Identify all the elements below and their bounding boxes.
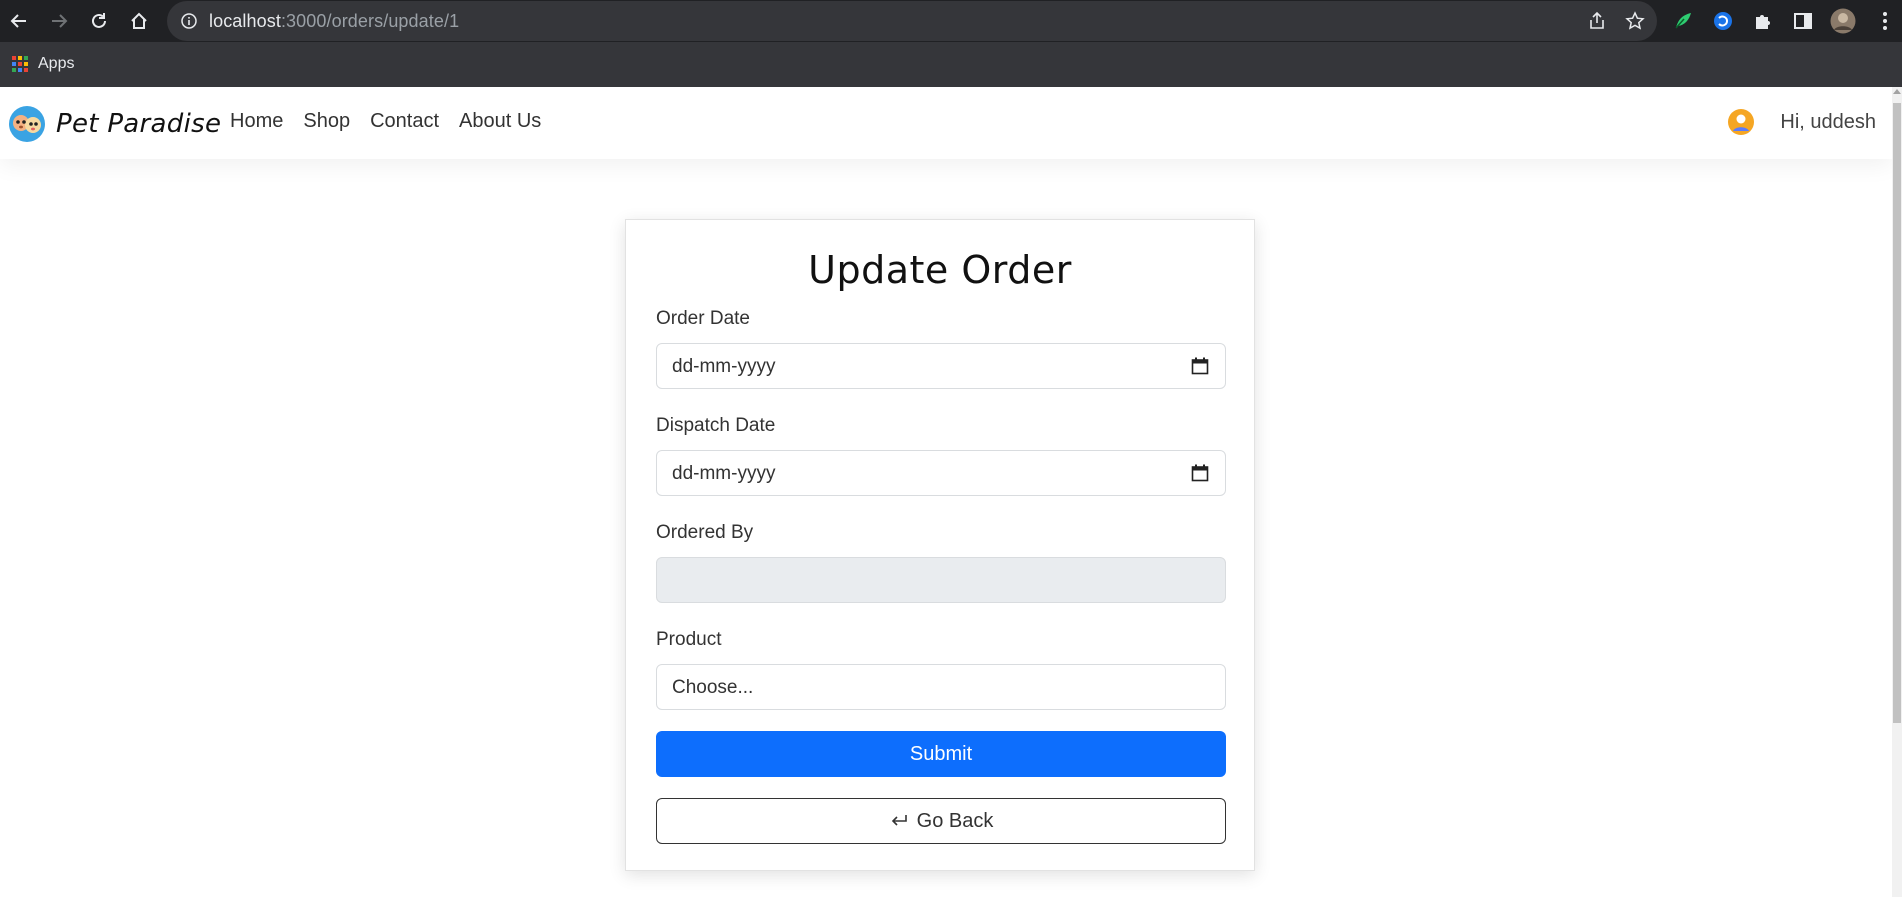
brand-name: Pet Paradise xyxy=(56,109,222,139)
nav-link-about-us[interactable]: About Us xyxy=(459,110,541,133)
extension-globe-icon[interactable] xyxy=(1710,8,1736,34)
apps-label: Apps xyxy=(38,55,75,72)
reload-icon[interactable] xyxy=(84,6,114,36)
submit-button[interactable]: Submit xyxy=(656,731,1226,777)
back-arrow-icon[interactable] xyxy=(4,6,34,36)
apps-grid-icon xyxy=(12,56,28,72)
user-menu[interactable]: Hi, uddesh xyxy=(1728,109,1876,135)
extension-leaf-icon[interactable] xyxy=(1670,8,1696,34)
update-order-card: Update Order Order Date dd-mm-yyyy Dispa… xyxy=(625,219,1255,871)
dispatch-date-label: Dispatch Date xyxy=(656,415,776,436)
product-label: Product xyxy=(656,629,722,650)
extensions-puzzle-icon[interactable] xyxy=(1750,8,1776,34)
share-icon[interactable] xyxy=(1587,11,1607,31)
bookmarks-bar: Apps xyxy=(0,42,1902,88)
ordered-by-label: Ordered By xyxy=(656,522,754,543)
pet-logo-icon xyxy=(9,106,45,142)
nav-links: Home Shop Contact About Us xyxy=(230,110,561,133)
scroll-up-arrow-icon[interactable] xyxy=(1893,89,1901,94)
address-bar[interactable]: localhost:3000/orders/update/1 xyxy=(167,1,1657,41)
dispatch-date-input[interactable]: dd-mm-yyyy xyxy=(656,450,1226,496)
side-panel-icon[interactable] xyxy=(1790,8,1816,34)
user-greeting: Hi, uddesh xyxy=(1780,110,1876,133)
bookmark-star-icon[interactable] xyxy=(1625,11,1645,31)
page-scrollbar[interactable] xyxy=(1892,87,1902,897)
forward-arrow-icon[interactable] xyxy=(44,6,74,36)
browser-toolbar: localhost:3000/orders/update/1 xyxy=(0,0,1902,42)
site-navbar: Pet Paradise Home Shop Contact About Us … xyxy=(0,87,1892,159)
url-text[interactable]: localhost:3000/orders/update/1 xyxy=(209,11,459,32)
home-icon[interactable] xyxy=(124,6,154,36)
scrollbar-thumb[interactable] xyxy=(1893,103,1901,723)
ordered-by-field xyxy=(656,557,1226,603)
go-back-label: Go Back xyxy=(916,809,994,832)
nav-link-shop[interactable]: Shop xyxy=(303,110,350,133)
calendar-icon[interactable] xyxy=(1191,357,1209,375)
page-viewport: Pet Paradise Home Shop Contact About Us … xyxy=(0,87,1892,897)
dispatch-date-placeholder: dd-mm-yyyy xyxy=(672,463,776,484)
go-back-button[interactable]: Go Back xyxy=(656,798,1226,844)
nav-link-home[interactable]: Home xyxy=(230,110,283,133)
chrome-menu-icon[interactable] xyxy=(1872,8,1898,34)
return-arrow-icon xyxy=(891,815,907,826)
product-selected-value: Choose... xyxy=(672,677,754,698)
product-select[interactable]: Choose... xyxy=(656,664,1226,710)
nav-link-contact[interactable]: Contact xyxy=(370,110,439,133)
site-info-icon[interactable] xyxy=(181,13,197,34)
profile-avatar-icon[interactable] xyxy=(1830,8,1856,34)
order-date-label: Order Date xyxy=(656,308,750,329)
apps-bookmark[interactable]: Apps xyxy=(12,54,74,74)
user-avatar-icon xyxy=(1728,109,1755,135)
calendar-icon[interactable] xyxy=(1191,464,1209,482)
order-date-placeholder: dd-mm-yyyy xyxy=(672,356,776,377)
submit-label: Submit xyxy=(909,742,973,765)
brand-link[interactable]: Pet Paradise xyxy=(8,105,221,143)
order-date-input[interactable]: dd-mm-yyyy xyxy=(656,343,1226,389)
page-title: Update Order xyxy=(808,248,1072,292)
